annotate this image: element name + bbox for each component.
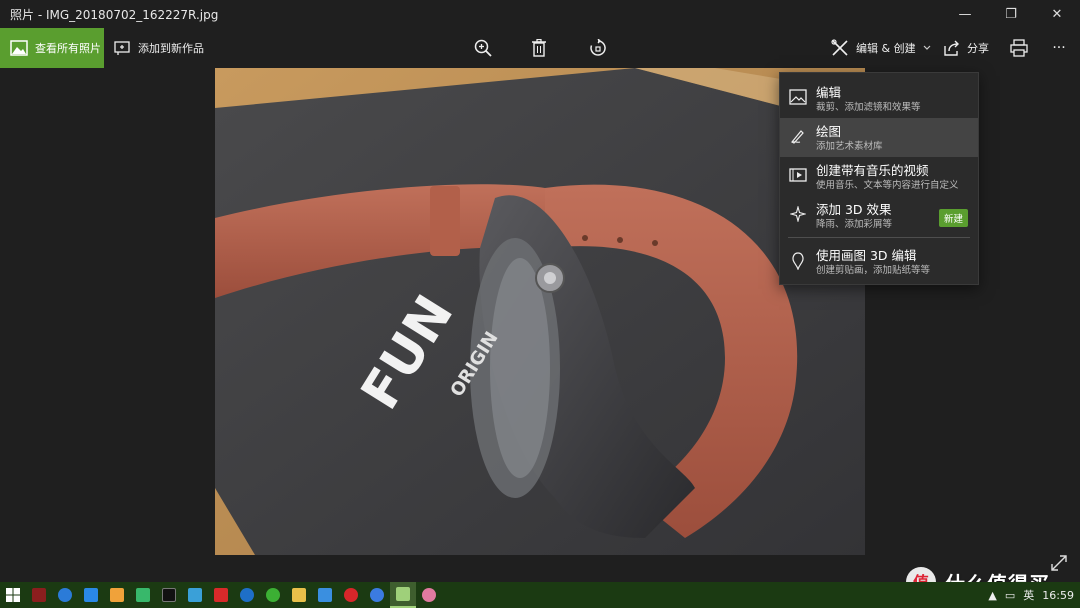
system-tray: ▲ ▭ 英 16:59 bbox=[980, 582, 1080, 608]
taskbar-app-wechat[interactable] bbox=[260, 582, 286, 608]
start-button[interactable] bbox=[0, 582, 26, 608]
video-icon bbox=[789, 168, 807, 182]
menu-item-subtitle: 创建剪贴画，添加贴纸等等 bbox=[816, 265, 931, 276]
taskbar-app-terminal[interactable] bbox=[156, 582, 182, 608]
printer-icon[interactable] bbox=[1008, 37, 1030, 59]
zoom-in-icon[interactable] bbox=[472, 37, 494, 59]
taskbar-app-chrome[interactable] bbox=[364, 582, 390, 608]
taskbar-app-orange[interactable] bbox=[104, 582, 130, 608]
paint3d-icon bbox=[792, 252, 804, 270]
share-button[interactable]: 分享 bbox=[943, 28, 989, 68]
menu-item-subtitle: 添加艺术素材库 bbox=[816, 141, 883, 152]
taskbar-app-red2[interactable] bbox=[208, 582, 234, 608]
taskbar-app-green[interactable] bbox=[130, 582, 156, 608]
add-to-new-creation-button[interactable]: 添加到新作品 bbox=[114, 28, 204, 68]
menu-item-subtitle: 裁剪、添加滤镜和效果等 bbox=[816, 102, 921, 113]
taskbar-app-opera[interactable] bbox=[338, 582, 364, 608]
taskbar-app-colorful[interactable] bbox=[182, 582, 208, 608]
battery-icon[interactable]: ▭ bbox=[1005, 589, 1015, 602]
menu-item-edit[interactable]: 编辑 裁剪、添加滤镜和效果等 bbox=[780, 79, 978, 118]
edit-image-icon bbox=[789, 89, 807, 105]
taskbar-app-explorer[interactable] bbox=[286, 582, 312, 608]
menu-item-title: 绘图 bbox=[816, 124, 842, 139]
menu-divider bbox=[788, 237, 970, 238]
taskbar-app-bird[interactable] bbox=[312, 582, 338, 608]
menu-item-subtitle: 使用音乐、文本等内容进行自定义 bbox=[816, 180, 959, 191]
menu-item-title: 创建带有音乐的视频 bbox=[816, 163, 929, 178]
restore-button[interactable]: ❐ bbox=[988, 0, 1034, 28]
photo-viewer-image[interactable]: FUN ORIGIN bbox=[215, 68, 865, 555]
menu-item-draw[interactable]: 绘图 添加艺术素材库 bbox=[780, 118, 978, 157]
sparkle-icon bbox=[790, 206, 806, 222]
menu-item-title: 编辑 bbox=[816, 85, 842, 100]
pen-icon bbox=[791, 130, 804, 144]
taskbar: ▲ ▭ 英 16:59 bbox=[0, 582, 1080, 608]
view-all-label: 查看所有照片 bbox=[35, 42, 101, 55]
chevron-down-icon bbox=[923, 45, 931, 50]
more-options-button[interactable]: ··· bbox=[1048, 37, 1070, 59]
clock[interactable]: 16:59 bbox=[1042, 589, 1074, 602]
close-button[interactable]: ✕ bbox=[1034, 0, 1080, 28]
rotate-icon[interactable] bbox=[587, 37, 609, 59]
language-indicator[interactable]: 英 bbox=[1023, 587, 1034, 603]
menu-item-create-video[interactable]: 创建带有音乐的视频 使用音乐、文本等内容进行自定义 bbox=[780, 157, 978, 196]
taskbar-app-browser[interactable] bbox=[52, 582, 78, 608]
taskbar-app-blue[interactable] bbox=[234, 582, 260, 608]
menu-item-title: 使用画图 3D 编辑 bbox=[816, 248, 917, 263]
menu-item-add-3d-effects[interactable]: 添加 3D 效果 降雨、添加彩屑等 新建 bbox=[780, 196, 978, 235]
trash-icon[interactable] bbox=[528, 37, 550, 59]
view-all-photos-button[interactable]: 查看所有照片 bbox=[0, 28, 104, 68]
share-icon bbox=[944, 40, 959, 56]
menu-item-paint-3d[interactable]: 使用画图 3D 编辑 创建剪贴画，添加贴纸等等 bbox=[780, 242, 978, 281]
share-label: 分享 bbox=[967, 42, 989, 55]
menu-item-subtitle: 降雨、添加彩屑等 bbox=[816, 219, 893, 230]
taskbar-app-wps[interactable] bbox=[78, 582, 104, 608]
edit-create-button[interactable]: 编辑 & 创建 bbox=[831, 28, 939, 68]
edit-create-label: 编辑 & 创建 bbox=[856, 42, 916, 55]
windows-icon bbox=[6, 588, 20, 602]
taskbar-app-red[interactable] bbox=[26, 582, 52, 608]
add-creation-icon bbox=[114, 41, 130, 55]
taskbar-app-paint[interactable] bbox=[416, 582, 442, 608]
title-bar: 照片 - IMG_20180702_162227R.jpg — ❐ ✕ bbox=[0, 0, 1080, 28]
edit-create-menu: 编辑 裁剪、添加滤镜和效果等 绘图 添加艺术素材库 创建带有音乐的视频 使用音乐… bbox=[779, 72, 979, 285]
menu-item-title: 添加 3D 效果 bbox=[816, 202, 892, 217]
edit-create-icon bbox=[831, 39, 848, 56]
window-title: 照片 - IMG_20180702_162227R.jpg bbox=[10, 7, 219, 22]
wifi-icon[interactable]: ▲ bbox=[988, 589, 996, 602]
taskbar-app-photos[interactable] bbox=[390, 582, 416, 608]
add-to-new-label: 添加到新作品 bbox=[138, 42, 204, 55]
minimize-button[interactable]: — bbox=[942, 0, 988, 28]
new-badge: 新建 bbox=[938, 209, 968, 227]
gallery-icon bbox=[10, 40, 28, 56]
toolbar: 查看所有照片 添加到新作品 编辑 & 创建 分享 ··· bbox=[0, 28, 1080, 68]
